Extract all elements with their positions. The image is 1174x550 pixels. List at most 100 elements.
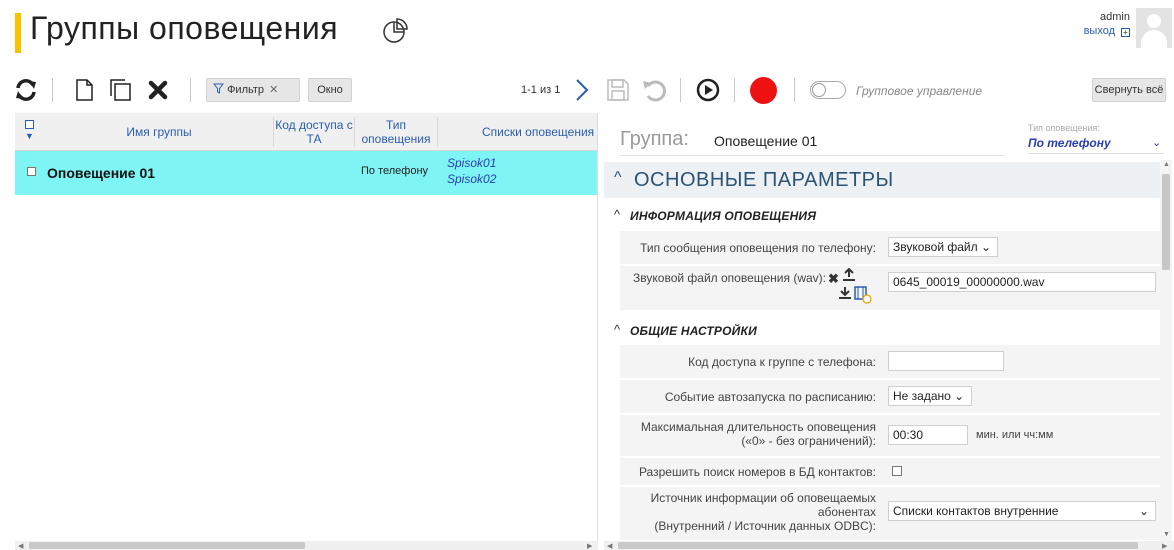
column-header-type[interactable]: Тип оповещения [355, 113, 437, 151]
field-label-line: (Внутренний / Источник данных ODBC): [654, 519, 876, 533]
toolbar-separator [190, 78, 191, 102]
scroll-right-icon[interactable]: ▶ [587, 542, 592, 550]
field-label: Код доступа к группе с телефона: [688, 355, 876, 369]
grid-header: ▼ Имя группы Код доступа с ТА Тип оповещ… [15, 113, 597, 151]
logout-icon[interactable]: + [1121, 28, 1130, 37]
upload-icon[interactable] [842, 268, 856, 282]
input-value: 0645_00019_00000000.wav [893, 275, 1045, 289]
clear-file-icon[interactable]: ✖ [828, 271, 839, 287]
filter-clear-icon[interactable]: ✕ [269, 84, 278, 96]
scroll-right-icon[interactable]: ▶ [1162, 542, 1167, 550]
row-list-link[interactable]: Spisok01 [447, 156, 496, 170]
play-icon[interactable] [694, 76, 722, 104]
select-all-checkbox[interactable] [25, 120, 34, 129]
next-page-icon[interactable] [568, 76, 596, 104]
toolbar-separator [794, 78, 795, 102]
pie-chart-icon[interactable] [380, 16, 410, 46]
field-label-line: («0» - без ограничений): [741, 434, 876, 448]
panel-vertical-scrollbar[interactable]: ▲ ▼ [1160, 160, 1172, 541]
window-button[interactable]: Окно [308, 78, 352, 102]
toolbar-separator [680, 78, 681, 102]
select-value: Списки контактов внутренние [893, 504, 1059, 518]
panel-horizontal-scrollbar[interactable]: ◀ ▶ [604, 541, 1174, 550]
select-value: Не задано [893, 389, 951, 403]
field-label-line: абонентах [817, 505, 876, 519]
access-code-input[interactable] [888, 351, 1004, 371]
copy-icon[interactable] [106, 76, 134, 104]
section-title: ОСНОВНЫЕ ПАРАМЕТРЫ [634, 169, 894, 191]
sound-file-input[interactable]: 0645_00019_00000000.wav [888, 272, 1156, 292]
search-db-checkbox[interactable] [892, 466, 902, 476]
column-header-lists[interactable]: Списки оповещения [438, 113, 597, 151]
toggle-knob [812, 83, 826, 97]
chevron-up-icon: ^ [614, 322, 621, 337]
new-document-icon[interactable] [70, 76, 98, 104]
group-control-toggle[interactable] [810, 81, 846, 99]
scroll-up-icon[interactable]: ▲ [1163, 161, 1170, 168]
section-info[interactable]: ^ ИНФОРМАЦИЯ ОПОВЕЩЕНИЯ [604, 203, 1160, 229]
undo-icon[interactable] [640, 76, 668, 104]
autostart-select[interactable]: Не задано ⌄ [888, 386, 972, 406]
column-header-access-code[interactable]: Код доступа с ТА [274, 113, 354, 151]
pager-text: 1-1 из 1 [521, 84, 561, 96]
section-main-params[interactable]: ^ ОСНОВНЫЕ ПАРАМЕТРЫ [604, 162, 1160, 198]
scroll-thumb[interactable] [1162, 174, 1170, 270]
msg-type-select[interactable]: Звуковой файл ⌄ [888, 237, 998, 257]
group-label: Группа: [620, 128, 689, 150]
scroll-left-icon[interactable]: ◀ [607, 542, 612, 550]
toolbar: Фильтр ✕ Окно 1-1 из 1 Групповое управле… [0, 70, 1174, 110]
source-select[interactable]: Списки контактов внутренние ⌄ [888, 501, 1156, 521]
field-row-autostart: Событие автозапуска по расписанию: Не за… [620, 380, 1160, 414]
chevron-down-icon[interactable]: ⌄ [1152, 136, 1161, 149]
chevron-up-icon: ^ [614, 169, 622, 186]
user-block: admin выход + [1084, 10, 1130, 38]
record-button[interactable] [750, 77, 777, 104]
download-icon[interactable] [838, 286, 852, 300]
chevron-down-icon: ⌄ [1138, 504, 1149, 518]
groups-grid: ▼ Имя группы Код доступа с ТА Тип оповещ… [15, 113, 598, 541]
table-row[interactable]: Оповещение 01 По телефону Spisok01 Spiso… [15, 151, 597, 195]
section-general[interactable]: ^ ОБЩИЕ НАСТРОЙКИ [604, 318, 1160, 344]
chevron-up-icon: ^ [614, 207, 621, 222]
column-header-name[interactable]: Имя группы [45, 113, 273, 151]
filter-button[interactable]: Фильтр ✕ [206, 78, 300, 102]
field-row-msg-type: Тип сообщения оповещения по телефону: Зв… [620, 231, 1160, 265]
grid-horizontal-scrollbar[interactable]: ◀ ▶ [15, 541, 598, 550]
field-row-access-code: Код доступа к группе с телефона: [620, 345, 1160, 379]
logout-link[interactable]: выход [1084, 25, 1115, 37]
field-row-source: Источник информации об оповещаемых абоне… [620, 487, 1160, 541]
field-row-max-duration: Максимальная длительность оповещения («0… [620, 415, 1160, 457]
media-file-icon[interactable] [854, 286, 872, 304]
duration-unit: мин. или чч:мм [976, 429, 1054, 441]
title-accent-bar [15, 13, 21, 53]
toolbar-separator [734, 78, 735, 102]
refresh-icon[interactable] [12, 76, 40, 104]
max-duration-input[interactable]: 00:30 [888, 425, 968, 445]
toolbar-separator [52, 78, 53, 102]
page-header: Группы оповещения admin выход + [0, 0, 1174, 68]
group-name-field[interactable]: Оповещение 01 [714, 133, 817, 149]
collapse-all-button[interactable]: Свернуть всё [1092, 78, 1166, 102]
avatar-body [1141, 30, 1167, 48]
underline [620, 155, 1004, 156]
delete-icon[interactable] [144, 76, 172, 104]
group-details-panel: Группа: Оповещение 01 Тип оповещения: По… [604, 113, 1174, 541]
field-label-line: Источник информации об оповещаемых [650, 491, 876, 505]
field-label: Разрешить поиск номеров в БД контактов: [638, 465, 876, 479]
type-select[interactable]: По телефону [1028, 136, 1111, 150]
funnel-icon [212, 83, 225, 94]
page-title: Группы оповещения [30, 10, 339, 46]
row-list-link[interactable]: Spisok02 [447, 172, 496, 186]
avatar[interactable] [1136, 8, 1172, 48]
row-checkbox[interactable] [27, 167, 36, 176]
scroll-left-icon[interactable]: ◀ [18, 542, 23, 550]
sort-down-icon[interactable]: ▼ [25, 131, 34, 141]
field-row-sound-file: Звуковой файл оповещения (wav): ✖ 0645_0… [620, 266, 1160, 311]
scroll-thumb[interactable] [29, 542, 305, 549]
save-icon[interactable] [604, 76, 632, 104]
input-value: 00:30 [893, 428, 924, 442]
scroll-thumb[interactable] [618, 542, 1138, 549]
scroll-down-icon[interactable]: ▼ [1163, 531, 1170, 538]
select-value: Звуковой файл [893, 240, 978, 254]
row-group-name: Оповещение 01 [47, 165, 156, 181]
